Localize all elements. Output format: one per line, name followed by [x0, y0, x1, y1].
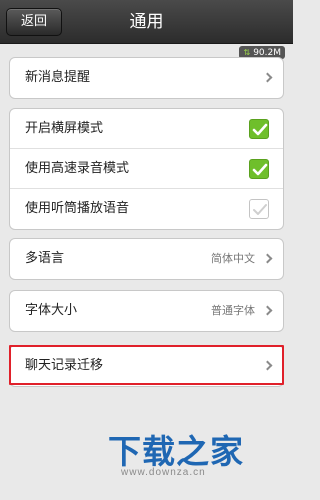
new-message-notify-row[interactable]: 新消息提醒: [10, 58, 283, 98]
chevron-right-icon: [262, 253, 273, 264]
font-size-value: 普通字体: [211, 304, 255, 317]
checkmark-icon: [252, 163, 268, 176]
chat-history-migration-label: 聊天记录迁移: [25, 358, 104, 373]
language-label: 多语言: [25, 251, 65, 266]
earpiece-playback-row[interactable]: 使用听筒播放语音: [10, 189, 283, 229]
language-row[interactable]: 多语言 简体中文: [10, 239, 283, 279]
earpiece-playback-checkbox[interactable]: [249, 199, 269, 219]
language-value: 简体中文: [211, 252, 255, 265]
watermark: 下载之家 www.downza.cn: [0, 420, 293, 500]
landscape-mode-checkbox[interactable]: [249, 119, 269, 139]
landscape-mode-label: 开启横屏模式: [25, 121, 104, 136]
checkmark-icon: [252, 123, 268, 136]
earpiece-playback-label: 使用听筒播放语音: [25, 201, 130, 216]
page-title: 通用: [129, 12, 164, 32]
chevron-right-icon: [262, 360, 273, 371]
font-size-row[interactable]: 字体大小 普通字体: [10, 291, 283, 331]
chat-migration-group: 聊天记录迁移: [9, 345, 284, 387]
chat-history-migration-row[interactable]: 聊天记录迁移: [10, 346, 283, 386]
title-bar: 返回 通用: [0, 0, 293, 44]
mode-settings-group: 开启横屏模式 使用高速录音模式 使用听筒播放语音: [9, 108, 284, 230]
chevron-right-icon: [262, 72, 273, 83]
fast-record-mode-row[interactable]: 使用高速录音模式: [10, 149, 283, 189]
font-size-group: 字体大小 普通字体: [9, 290, 284, 332]
fast-record-mode-label: 使用高速录音模式: [25, 161, 130, 176]
checkmark-icon: [253, 204, 267, 215]
fast-record-mode-checkbox[interactable]: [249, 159, 269, 179]
new-message-notify-label: 新消息提醒: [25, 70, 91, 85]
watermark-logo: 下载之家: [108, 432, 244, 471]
font-size-label: 字体大小: [25, 303, 78, 318]
watermark-url: www.downza.cn: [121, 467, 206, 478]
language-group: 多语言 简体中文: [9, 238, 284, 280]
transfer-arrows-icon: ⇅: [243, 48, 251, 57]
landscape-mode-row[interactable]: 开启横屏模式: [10, 109, 283, 149]
chevron-right-icon: [262, 305, 273, 316]
notification-group: 新消息提醒: [9, 57, 284, 99]
